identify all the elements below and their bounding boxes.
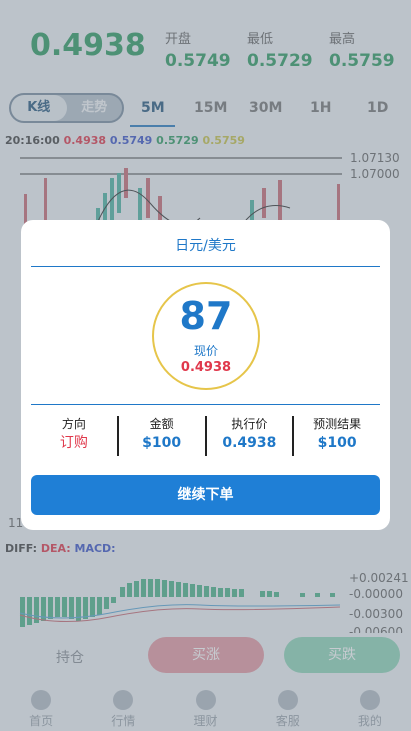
order-confirm-modal: 日元/美元 87 现价 0.4938 方向 订购 金额 $100 执行价 0.4… (21, 220, 390, 530)
current-price-value: 0.4938 (180, 360, 232, 375)
modal-divider-top (31, 266, 380, 267)
order-details: 方向 订购 金额 $100 执行价 0.4938 预测结果 $100 (31, 416, 380, 456)
detail-exec-price: 执行价 0.4938 (204, 416, 293, 456)
exec-price-label: 执行价 (231, 417, 268, 431)
modal-title: 日元/美元 (175, 238, 236, 254)
result-label: 预测结果 (313, 417, 362, 431)
detail-direction: 方向 订购 (31, 416, 117, 456)
exec-price-value: 0.4938 (222, 435, 277, 451)
direction-label: 方向 (61, 417, 86, 431)
direction-value: 订购 (59, 435, 88, 451)
amount-label: 金额 (149, 417, 174, 431)
continue-order-button[interactable]: 继续下单 (31, 475, 380, 515)
result-value: $100 (317, 435, 357, 451)
detail-result: 预测结果 $100 (292, 416, 380, 456)
detail-amount: 金额 $100 (116, 416, 205, 456)
countdown-ring: 87 现价 0.4938 (152, 282, 260, 390)
modal-divider-mid (31, 404, 380, 405)
countdown-value: 87 (179, 294, 233, 338)
amount-value: $100 (142, 435, 182, 451)
current-price-label: 现价 (193, 344, 218, 358)
